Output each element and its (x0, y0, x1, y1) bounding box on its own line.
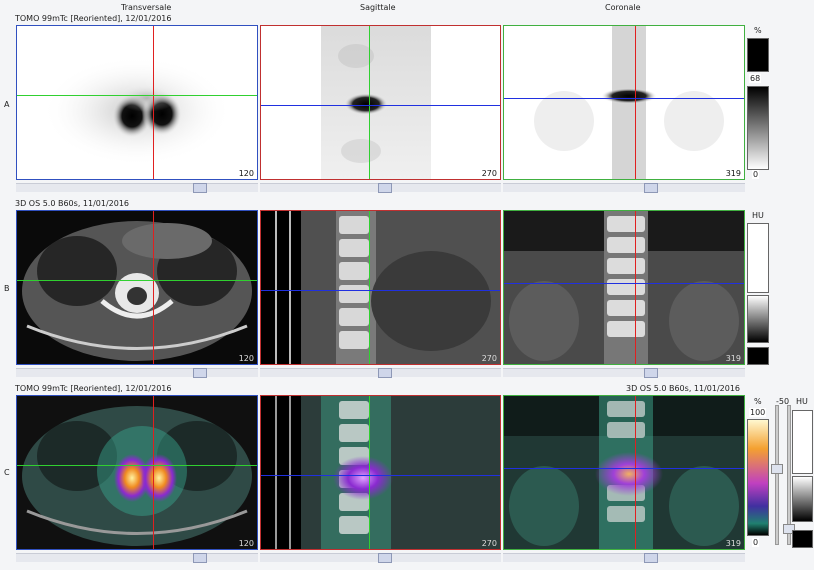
panel-a-sagittale[interactable]: 270 (260, 25, 501, 180)
slice-number: 120 (238, 354, 254, 363)
crosshair-horizontal (17, 95, 257, 96)
panel-c-transversale[interactable]: 120 (16, 395, 258, 550)
column-header-transversale: Transversale (121, 3, 172, 12)
colorbar-b-top (747, 223, 769, 293)
colorbar-a-value: 68 (749, 74, 762, 83)
crosshair-vertical (369, 396, 370, 549)
crosshair-horizontal (17, 465, 257, 466)
scrollbar-b-sagittale[interactable] (260, 368, 501, 378)
pet-coronal-image (534, 26, 724, 179)
colorbar-a-unit: % (754, 26, 762, 35)
panel-a-transversale[interactable]: 120 (16, 25, 258, 180)
colorbar-c-window: -50 (776, 397, 790, 406)
slice-number: 270 (481, 354, 497, 363)
row-b-header: 3D OS 5.0 B60s, 11/01/2016 (15, 199, 130, 208)
crosshair-vertical (635, 396, 636, 549)
fusion-sagittal-image (261, 396, 500, 549)
crosshair-horizontal (504, 468, 744, 469)
crosshair-vertical (635, 26, 636, 179)
row-c-header-left: TOMO 99mTc [Reoriented], 12/01/2016 (15, 384, 172, 393)
slice-number: 319 (725, 354, 741, 363)
crosshair-horizontal (261, 290, 500, 291)
slice-number: 270 (480, 169, 498, 178)
colorbar-b-gradient[interactable] (747, 295, 769, 343)
scroll-thumb[interactable] (644, 553, 658, 563)
scroll-thumb[interactable] (378, 368, 392, 378)
scrollbar-a-transversale[interactable] (16, 183, 258, 193)
colorbar-c-pet-gradient[interactable] (747, 419, 769, 536)
scroll-thumb[interactable] (644, 183, 658, 193)
scroll-thumb[interactable] (644, 368, 658, 378)
scrollbar-b-coronale[interactable] (503, 368, 745, 378)
colorbar-b-bottom (747, 347, 769, 365)
slice-number: 120 (238, 539, 254, 548)
ct-coronal-image (504, 211, 744, 364)
blend-slider-thumb[interactable] (771, 464, 783, 474)
scrollbar-a-coronale[interactable] (503, 183, 745, 193)
crosshair-horizontal (504, 283, 744, 284)
blend-slider-track[interactable] (775, 405, 779, 545)
row-a-header: TOMO 99mTc [Reoriented], 12/01/2016 (15, 14, 172, 23)
panel-a-coronale[interactable]: 319 (503, 25, 745, 180)
fusion-coronal-image (504, 396, 744, 549)
crosshair-horizontal (261, 475, 500, 476)
colorbar-c-min: 0 (752, 538, 760, 547)
slice-number: 319 (724, 169, 742, 178)
column-header-coronale: Coronale (605, 3, 641, 12)
panel-b-sagittale[interactable]: 270 (260, 210, 501, 365)
row-c-header-right: 3D OS 5.0 B60s, 11/01/2016 (626, 384, 741, 393)
scrollbar-c-coronale[interactable] (503, 553, 745, 563)
colorbar-a-top (747, 38, 769, 72)
crosshair-vertical (635, 211, 636, 364)
scroll-thumb[interactable] (193, 553, 207, 563)
row-label-c: C (4, 468, 10, 477)
colorbar-a-min: 0 (752, 170, 760, 179)
column-header-sagittale: Sagittale (360, 3, 396, 12)
colorbar-c-pct-unit: % (754, 397, 762, 406)
scroll-thumb[interactable] (193, 183, 207, 193)
scroll-thumb[interactable] (193, 368, 207, 378)
crosshair-vertical (369, 26, 370, 179)
scroll-thumb[interactable] (378, 183, 392, 193)
colorbar-a-gradient[interactable] (747, 86, 769, 170)
crosshair-horizontal (17, 280, 257, 281)
colorbar-c-max: 100 (749, 408, 767, 417)
crosshair-horizontal (261, 105, 500, 106)
crosshair-vertical (153, 396, 154, 549)
slice-number: 319 (725, 539, 741, 548)
panel-b-coronale[interactable]: 319 (503, 210, 745, 365)
ct-transversal-image (22, 221, 252, 361)
scrollbar-c-transversale[interactable] (16, 553, 258, 563)
colorbar-b-unit: HU (752, 211, 764, 220)
crosshair-vertical (153, 26, 154, 179)
scrollbar-c-sagittale[interactable] (260, 553, 501, 563)
scroll-thumb[interactable] (378, 553, 392, 563)
crosshair-vertical (369, 211, 370, 364)
panel-c-coronale[interactable]: 319 (503, 395, 745, 550)
pet-sagittal-image (321, 26, 431, 179)
row-label-b: B (4, 284, 10, 293)
row-label-a: A (4, 100, 10, 109)
pet-transversal-image (42, 56, 232, 166)
panel-b-transversale[interactable]: 120 (16, 210, 258, 365)
colorbar-c-hu-bottom (792, 530, 813, 548)
slice-number: 270 (481, 539, 497, 548)
colorbar-c-hu-gradient[interactable] (792, 476, 813, 522)
scrollbar-b-transversale[interactable] (16, 368, 258, 378)
fusion-transversal-image (22, 406, 252, 546)
scrollbar-a-sagittale[interactable] (260, 183, 501, 193)
ct-sagittal-image (261, 211, 500, 364)
colorbar-c-hu-top (792, 410, 813, 474)
panel-c-sagittale[interactable]: 270 (260, 395, 501, 550)
colorbar-c-hu-unit: HU (796, 397, 808, 406)
crosshair-horizontal (504, 98, 744, 99)
slice-number: 120 (237, 169, 255, 178)
crosshair-vertical (153, 211, 154, 364)
